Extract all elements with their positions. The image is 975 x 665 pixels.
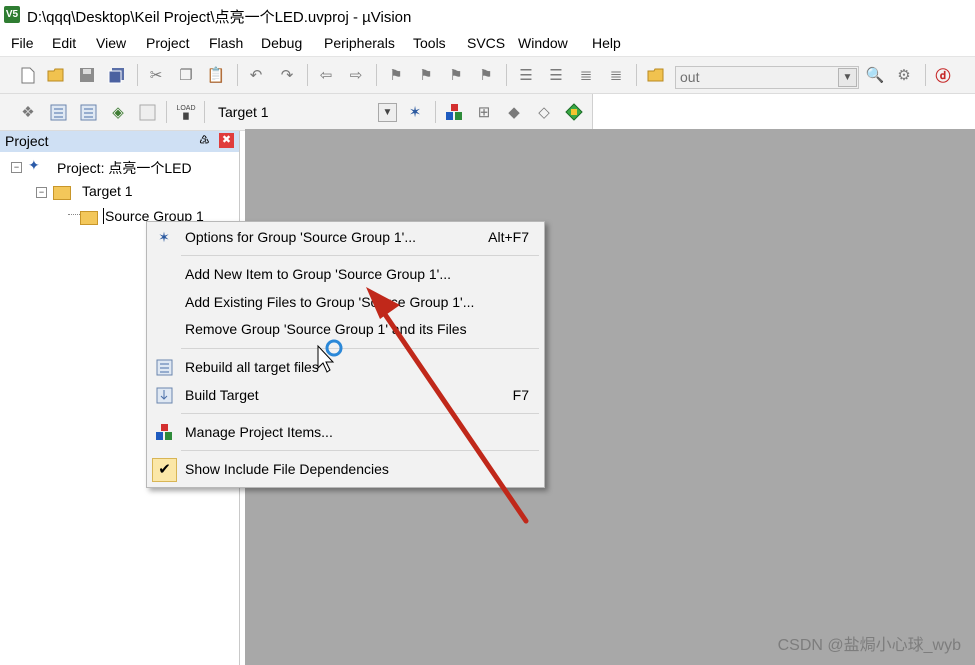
comment-icon[interactable]: ≣ bbox=[576, 65, 596, 85]
manage-items-icon bbox=[155, 423, 173, 441]
menu-edit[interactable]: Edit bbox=[52, 35, 76, 51]
menu-view[interactable]: View bbox=[96, 35, 126, 51]
build-icon bbox=[155, 386, 173, 404]
incremental-find-icon[interactable]: 🔍 bbox=[865, 65, 885, 85]
magic-wand-icon: ✶ bbox=[158, 228, 170, 245]
bookmark-prev-icon[interactable]: ⚑ bbox=[416, 65, 436, 85]
uncomment-icon[interactable]: ≣ bbox=[606, 65, 626, 85]
file-toolbar: ✂ ❐ 📋 ↶ ↷ ⇦ ⇨ ⚑ ⚑ ⚑ ⚑ ☰ ☰ ≣ ≣ out ▼ 🔍 ⚙ … bbox=[0, 57, 975, 94]
save-all-icon[interactable] bbox=[106, 65, 126, 85]
open-folder-icon[interactable] bbox=[46, 65, 66, 85]
rebuild-icon[interactable] bbox=[78, 102, 98, 122]
bookmark-clear-icon[interactable]: ⚑ bbox=[476, 65, 496, 85]
menu-file[interactable]: File bbox=[11, 35, 34, 51]
watermark: CSDN @盐焗小心球_wyb bbox=[777, 637, 961, 654]
translate-icon[interactable]: ❖ bbox=[18, 102, 38, 122]
batch-build-icon[interactable]: ◈ bbox=[108, 102, 128, 122]
cut-icon[interactable]: ✂ bbox=[146, 65, 166, 85]
target-select[interactable]: Target 1 ▼ bbox=[205, 100, 397, 124]
tree-item-target[interactable]: − Target 1 bbox=[0, 181, 239, 203]
paste-icon[interactable]: 📋 bbox=[206, 65, 226, 85]
manage-project-items-icon[interactable] bbox=[444, 102, 464, 122]
redo-icon[interactable]: ↷ bbox=[277, 65, 297, 85]
close-icon[interactable]: ✖ bbox=[219, 133, 234, 148]
collapse-icon[interactable]: − bbox=[11, 162, 22, 173]
collapse-icon[interactable]: − bbox=[36, 187, 47, 198]
build-icon[interactable] bbox=[48, 102, 68, 122]
manage-rte-icon[interactable]: ◆ bbox=[504, 102, 524, 122]
menu-debug[interactable]: Debug bbox=[261, 35, 302, 51]
tree-item-project[interactable]: − ✦ Project: 点亮一个LED bbox=[0, 156, 239, 178]
copy-icon[interactable]: ❐ bbox=[176, 65, 196, 85]
menu-bar: File Edit View Project Flash Debug Perip… bbox=[0, 30, 975, 57]
build-toolbar: ❖ ◈ LOAD ▇ Target 1 ▼ ✶ ⊞ ◆ ◇ bbox=[0, 94, 593, 131]
pin-icon[interactable]: ♵ bbox=[199, 133, 210, 147]
menu-help[interactable]: Help bbox=[592, 35, 621, 51]
group-folder-icon bbox=[80, 211, 98, 225]
debug-session-icon[interactable]: ⚙ bbox=[894, 65, 914, 85]
target-select-value: Target 1 bbox=[218, 104, 269, 120]
rebuild-icon bbox=[155, 358, 173, 376]
window-title: D:\qqq\Desktop\Keil Project\点亮一个LED.uvpr… bbox=[27, 9, 412, 26]
title-bar: V5 D:\qqq\Desktop\Keil Project\点亮一个LED.u… bbox=[0, 0, 975, 30]
debug-start-icon[interactable]: ⓓ bbox=[933, 65, 953, 85]
chevron-down-icon[interactable]: ▼ bbox=[838, 68, 857, 87]
menu-svcs[interactable]: SVCS bbox=[467, 35, 505, 51]
bookmark-icon[interactable]: ⚑ bbox=[386, 65, 406, 85]
pack-installer-icon[interactable]: ◇ bbox=[534, 102, 554, 122]
tree-target-label: Target 1 bbox=[82, 183, 133, 199]
menu-window[interactable]: Window bbox=[518, 35, 568, 51]
bookmark-next-icon[interactable]: ⚑ bbox=[446, 65, 466, 85]
target-folder-icon bbox=[53, 186, 71, 200]
unindent-icon[interactable]: ☰ bbox=[546, 65, 566, 85]
nav-back-icon[interactable]: ⇦ bbox=[316, 65, 336, 85]
stop-build-icon[interactable] bbox=[137, 102, 157, 122]
project-panel-header: Project ♵ ✖ bbox=[0, 131, 239, 152]
find-combo[interactable]: out ▼ bbox=[675, 66, 859, 89]
menu-item-options-for-group[interactable]: ✶ Options for Group 'Source Group 1'... … bbox=[147, 225, 544, 251]
menu-project[interactable]: Project bbox=[146, 35, 190, 51]
load-label: LOAD bbox=[176, 104, 196, 112]
undo-icon[interactable]: ↶ bbox=[246, 65, 266, 85]
project-icon: ✦ bbox=[28, 157, 40, 173]
download-icon[interactable]: LOAD ▇ bbox=[176, 102, 196, 122]
indent-icon[interactable]: ☰ bbox=[516, 65, 536, 85]
uvision-app-icon: V5 bbox=[4, 6, 20, 23]
select-packs-icon[interactable]: ⊞ bbox=[474, 102, 494, 122]
new-file-icon[interactable] bbox=[18, 65, 38, 85]
nav-forward-icon[interactable]: ⇨ bbox=[346, 65, 366, 85]
menu-flash[interactable]: Flash bbox=[209, 35, 243, 51]
chevron-down-icon[interactable]: ▼ bbox=[378, 103, 397, 122]
project-panel-title: Project bbox=[5, 133, 49, 149]
menu-tools[interactable]: Tools bbox=[413, 35, 446, 51]
find-in-files-icon[interactable] bbox=[646, 65, 666, 85]
annotation-arrow bbox=[366, 287, 529, 524]
tree-project-label: Project: 点亮一个LED bbox=[57, 160, 192, 176]
busy-cursor-icon bbox=[317, 339, 343, 373]
target-options-icon[interactable]: ✶ bbox=[405, 102, 425, 122]
pack-installer-green-icon[interactable] bbox=[564, 102, 584, 122]
checkmark-icon: ✔ bbox=[152, 458, 177, 482]
save-icon[interactable] bbox=[77, 65, 97, 85]
find-combo-value: out bbox=[680, 69, 700, 85]
menu-peripherals[interactable]: Peripherals bbox=[324, 35, 395, 51]
